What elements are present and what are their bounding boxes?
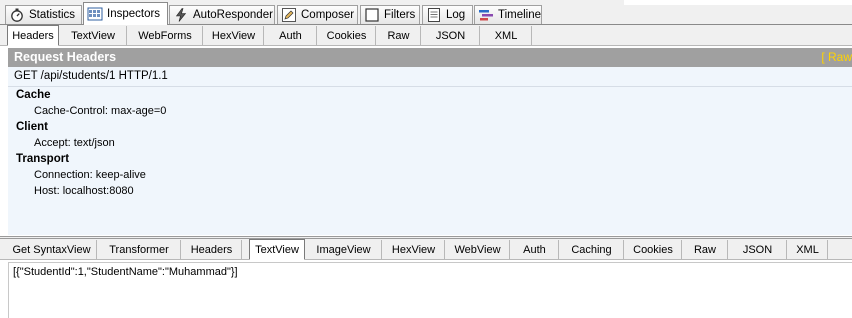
tab-inspectors-label: Inspectors [107, 8, 161, 20]
request-headers-title-bar: Request Headers [ Raw [8, 48, 852, 67]
tab-log-label: Log [446, 9, 466, 21]
request-tab-headers[interactable]: Headers [7, 25, 59, 46]
response-tab-imageview[interactable]: ImageView [306, 240, 382, 259]
request-line: GET /api/students/1 HTTP/1.1 [14, 70, 168, 82]
tab-autoresponder-label: AutoResponder [193, 9, 273, 21]
document-icon [426, 8, 442, 22]
tab-inspectors[interactable]: Inspectors [83, 2, 168, 25]
request-tab-strip: Headers TextView WebForms HexView Auth C… [0, 25, 852, 46]
response-tab-get-syntaxview[interactable]: Get SyntaxView [7, 240, 97, 259]
response-tab-xml[interactable]: XML [788, 240, 828, 259]
request-tab-textview[interactable]: TextView [60, 26, 127, 45]
headers-tree: GET /api/students/1 HTTP/1.1 Cache Cache… [8, 67, 852, 235]
header-host[interactable]: Host: localhost:8080 [34, 185, 134, 197]
header-group-cache[interactable]: Cache [16, 89, 51, 101]
timeline-icon [478, 8, 494, 22]
response-tab-json[interactable]: JSON [729, 240, 787, 259]
request-tab-hexview[interactable]: HexView [204, 26, 264, 45]
request-line-divider [8, 86, 852, 87]
request-tab-json[interactable]: JSON [422, 26, 480, 45]
tab-statistics-label: Statistics [29, 9, 76, 21]
response-tab-raw[interactable]: Raw [683, 240, 728, 259]
request-tab-raw[interactable]: Raw [377, 26, 421, 45]
tab-composer[interactable]: Composer [277, 5, 358, 24]
request-tab-cookies[interactable]: Cookies [318, 26, 376, 45]
tab-composer-label: Composer [301, 9, 355, 21]
inspect-icon [87, 7, 103, 21]
response-tab-headers[interactable]: Headers [182, 240, 242, 259]
pencil-icon [281, 8, 297, 22]
response-body-textview[interactable]: [{"StudentId":1,"StudentName":"Muhammad"… [8, 262, 852, 318]
tab-autoresponder[interactable]: AutoResponder [169, 5, 275, 24]
tab-filters-label: Filters [384, 9, 416, 21]
tab-timeline-label: Timeline [498, 9, 542, 21]
tab-log[interactable]: Log [422, 5, 473, 24]
raw-link[interactable]: [ Raw [821, 48, 852, 67]
response-tab-caching[interactable]: Caching [560, 240, 624, 259]
response-tab-webview[interactable]: WebView [446, 240, 510, 259]
response-tab-strip: Get SyntaxView Transformer Headers TextV… [0, 239, 852, 260]
response-tab-auth[interactable]: Auth [511, 240, 559, 259]
request-tab-webforms[interactable]: WebForms [128, 26, 203, 45]
request-tab-auth[interactable]: Auth [265, 26, 317, 45]
checkbox-icon [364, 8, 380, 22]
tab-timeline[interactable]: Timeline [474, 5, 542, 24]
lightning-icon [173, 8, 189, 22]
response-tab-cookies[interactable]: Cookies [625, 240, 682, 259]
header-group-transport[interactable]: Transport [16, 153, 69, 165]
tab-filters[interactable]: Filters [360, 5, 420, 24]
response-tab-textview[interactable]: TextView [249, 239, 305, 260]
header-group-client[interactable]: Client [16, 121, 48, 133]
main-tab-strip: Statistics Inspectors AutoResponder Comp… [0, 0, 852, 25]
tab-strip-gap [624, 0, 852, 5]
response-tab-hexview[interactable]: HexView [383, 240, 445, 259]
tab-statistics[interactable]: Statistics [5, 5, 82, 24]
header-accept[interactable]: Accept: text/json [34, 137, 115, 149]
request-inspector: Headers TextView WebForms HexView Auth C… [0, 25, 852, 237]
header-cache-control[interactable]: Cache-Control: max-age=0 [34, 105, 166, 117]
header-connection[interactable]: Connection: keep-alive [34, 169, 146, 181]
response-tab-transformer[interactable]: Transformer [98, 240, 181, 259]
request-headers-title: Request Headers [14, 50, 117, 64]
response-body-text: [{"StudentId":1,"StudentName":"Muhammad"… [13, 266, 238, 278]
response-inspector: Get SyntaxView Transformer Headers TextV… [0, 238, 852, 318]
stopwatch-icon [9, 8, 25, 22]
request-tab-xml[interactable]: XML [481, 26, 532, 45]
